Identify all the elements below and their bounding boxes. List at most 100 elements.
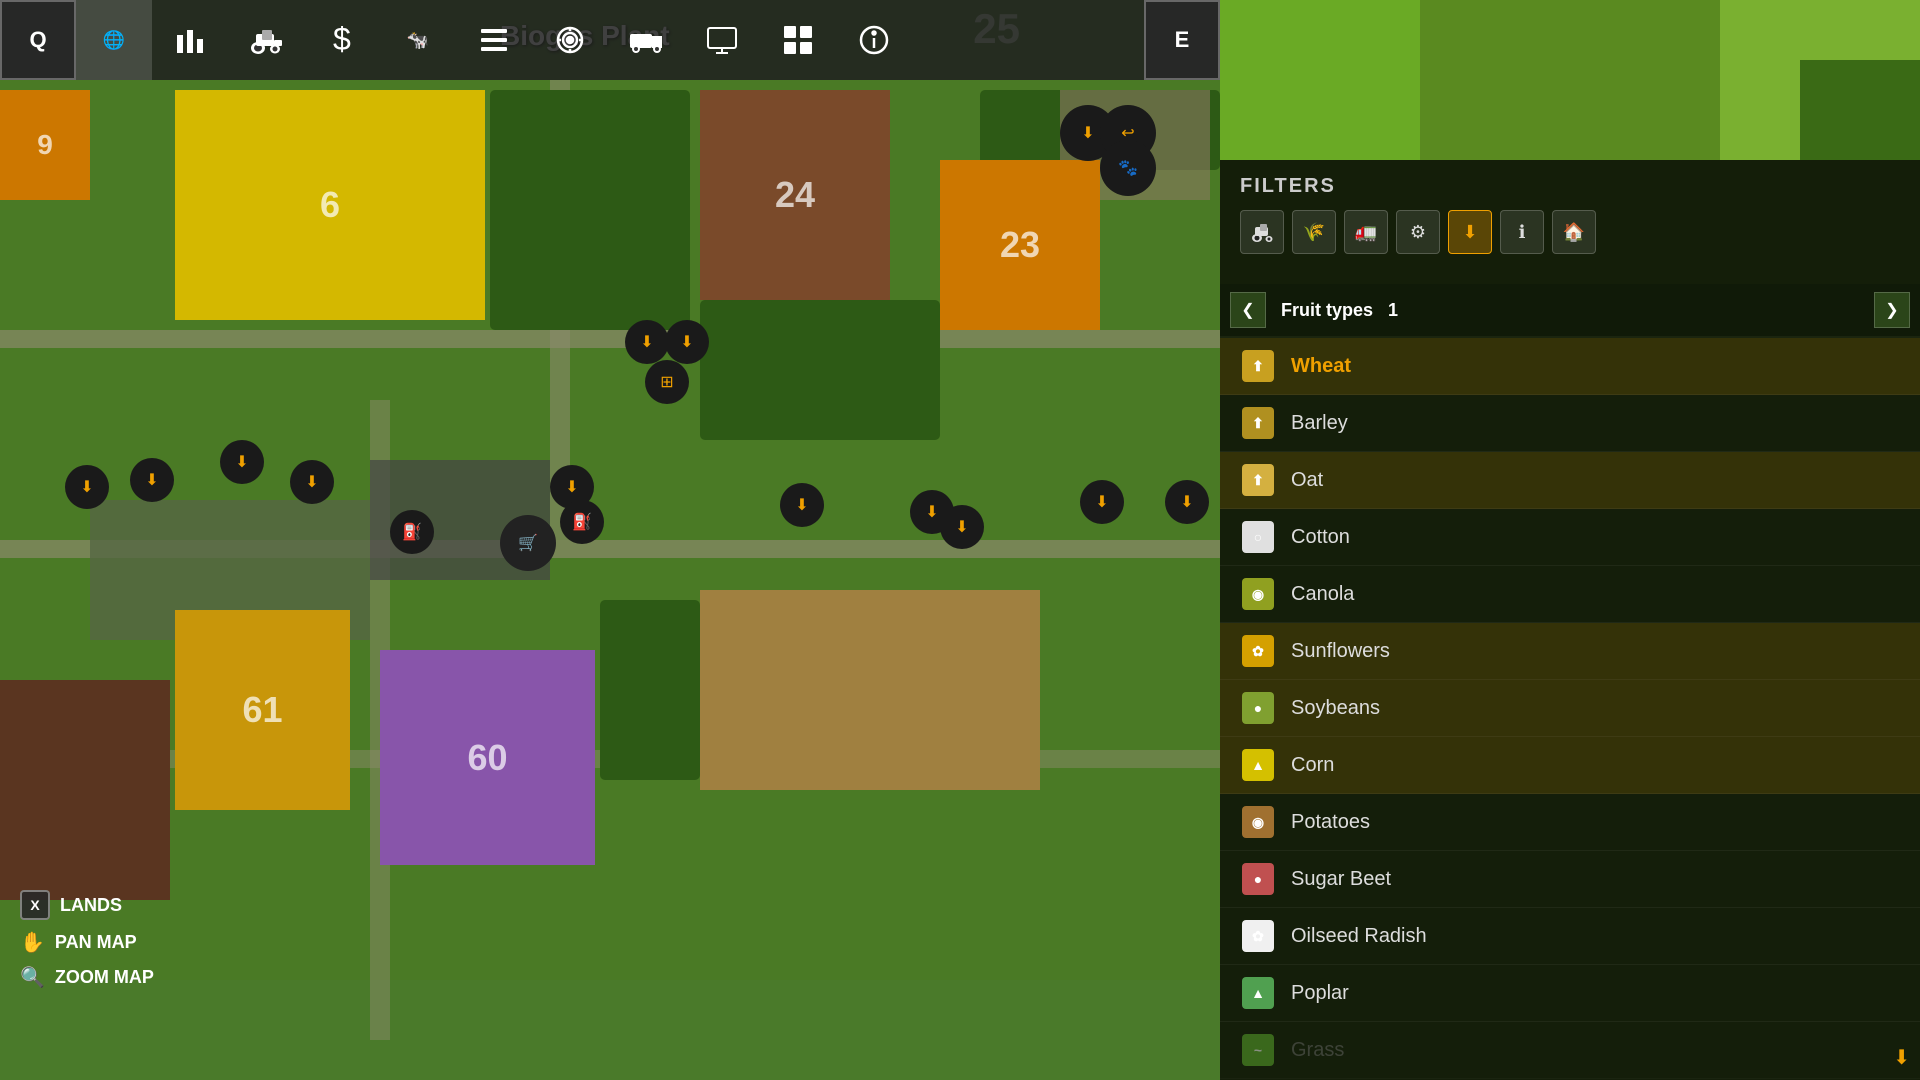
q-button[interactable]: Q [0,0,76,80]
filter-download[interactable]: ⬇ [1448,210,1492,254]
map-area[interactable]: Q 🌐 $ 🐄 [0,0,1220,1080]
field-6-label: 6 [320,184,340,226]
fruit-icon-soybeans: ● [1240,690,1276,726]
fruit-icon-oilseed_radish: ✿ [1240,918,1276,954]
fruit-item-soybeans[interactable]: ● Soybeans [1220,680,1920,737]
fruit-icon-canola: ◉ [1240,576,1276,612]
fruit-name-sunflowers: Sunflowers [1291,640,1390,663]
filter-tractor[interactable] [1240,210,1284,254]
fruit-item-cotton[interactable]: ○ Cotton [1220,509,1920,566]
fruit-icon-sugar_beet: ● [1240,861,1276,897]
e-button[interactable]: E [1144,0,1220,80]
fruit-item-oat[interactable]: ⬆ Oat [1220,452,1920,509]
download-icon-3[interactable]: ⊞ [645,360,689,404]
zoom-map-label: ZOOM MAP [55,967,154,988]
nav-target-button[interactable] [532,0,608,80]
fruit-name-wheat: Wheat [1291,355,1351,378]
filters-title: FILTERS [1240,175,1900,198]
nav-tractor-button[interactable] [228,0,304,80]
download-icon-2[interactable]: ⬇ [665,320,709,364]
right-panel: 22 FILTERS 🌾 🚛 ⚙ [1220,0,1920,1080]
field-60[interactable]: 60 [380,650,595,865]
fruit-name-corn: Corn [1291,754,1334,777]
fruit-icon-poplar: ▲ [1240,975,1276,1011]
nav-grid-button[interactable] [760,0,836,80]
lands-button[interactable]: X LANDS [20,890,154,920]
filter-gear[interactable]: ⚙ [1396,210,1440,254]
nav-cow-button[interactable]: 🐄 [380,0,456,80]
nav-info-button[interactable] [836,0,912,80]
filter-truck[interactable]: 🚛 [1344,210,1388,254]
fruit-name-cotton: Cotton [1291,526,1350,549]
fruit-item-canola[interactable]: ◉Canola [1220,566,1920,623]
field-24[interactable]: 24 [700,90,890,300]
fruit-icon-corn: ▲ [1240,747,1276,783]
field-60-label: 60 [467,737,507,779]
biomass-icon-9[interactable]: ⬇ [1080,480,1124,524]
pan-map-button[interactable]: ✋ PAN MAP [20,930,154,955]
fruit-name-poplar: Poplar [1291,982,1349,1005]
fruit-types-label: Fruit types 1 [1266,300,1874,321]
fruit-types-next[interactable]: ❯ [1874,292,1910,328]
nav-monitor-button[interactable] [684,0,760,80]
field-24-label: 24 [775,174,815,216]
zoom-icon: 🔍 [20,965,45,990]
shop-icon[interactable]: 🛒 [500,515,556,571]
filter-harvester[interactable]: 🌾 [1292,210,1336,254]
nav-dollar-button[interactable]: $ [304,0,380,80]
fruit-name-oat: Oat [1291,469,1323,492]
field-9-label: 9 [37,129,53,161]
biomass-icon-4[interactable]: ⬇ [290,460,334,504]
field-tan[interactable] [700,590,1040,790]
biomass-icon-3[interactable]: ⬇ [65,465,109,509]
bottom-left-controls: X LANDS ✋ PAN MAP 🔍 ZOOM MAP [20,890,154,1000]
pan-map-label: PAN MAP [55,932,137,953]
field-dark-brown[interactable] [0,680,170,900]
fruit-icon-sunflowers: ✿ [1240,633,1276,669]
field-61[interactable]: 61 [175,610,350,810]
biomass-icon-8[interactable]: ⬇ [940,505,984,549]
filter-info[interactable]: ℹ [1500,210,1544,254]
field-9[interactable]: 9 [0,90,90,200]
fruit-item-oilseed_radish[interactable]: ✿ Oilseed Radish [1220,908,1920,965]
fruit-name-soybeans: Soybeans [1291,697,1380,720]
pan-icon: ✋ [20,930,45,955]
biomass-icon-10[interactable]: ⬇ [1165,480,1209,524]
field-6[interactable]: 6 [175,90,485,320]
fruit-icon-wheat: ⬆ [1240,348,1276,384]
nav-list-button[interactable] [456,0,532,80]
nav-globe-button[interactable]: 🌐 [76,0,152,80]
fruit-item-sugar_beet[interactable]: ● Sugar Beet [1220,851,1920,908]
fuel-icon[interactable]: ⛽ [560,500,604,544]
pump-icon[interactable]: ⛽ [390,510,434,554]
fruit-name-sugar_beet: Sugar Beet [1291,868,1391,891]
scroll-indicator: ⬇ [1220,1045,1920,1070]
fruit-item-corn[interactable]: ▲ Corn [1220,737,1920,794]
fruit-icon-potatoes: ◉ [1240,804,1276,840]
fruit-name-barley: Barley [1291,412,1348,435]
biomass-icon-1[interactable]: ⬇ [220,440,264,484]
fruit-list[interactable]: ⬆ Wheat ⬆Barley ⬆ Oat ○ Cotton ◉Canola ✿ Sunflowe… [1220,338,1920,1080]
fruit-types-prev[interactable]: ❮ [1230,292,1266,328]
fruit-item-poplar[interactable]: ▲ Poplar [1220,965,1920,1022]
download-icon-1[interactable]: ⬇ [625,320,669,364]
filter-home[interactable]: 🏠 [1552,210,1596,254]
fruit-item-wheat[interactable]: ⬆ Wheat [1220,338,1920,395]
fruit-name-oilseed_radish: Oilseed Radish [1291,925,1427,948]
fruit-icon-oat: ⬆ [1240,462,1276,498]
fruit-item-barley[interactable]: ⬆Barley [1220,395,1920,452]
cluster-icon-3[interactable]: 🐾 [1100,140,1156,196]
lands-key: X [20,890,50,920]
zoom-map-button[interactable]: 🔍 ZOOM MAP [20,965,154,990]
fruit-item-sunflowers[interactable]: ✿ Sunflowers [1220,623,1920,680]
nav-truck-button[interactable] [608,0,684,80]
filters-section: FILTERS 🌾 🚛 ⚙ ⬇ ℹ 🏠 [1220,160,1920,284]
fruit-icon-cotton: ○ [1240,519,1276,555]
nav-chart-button[interactable] [152,0,228,80]
lands-label: LANDS [60,895,122,916]
biomass-icon-2[interactable]: ⬇ [130,458,174,502]
biomass-icon-6[interactable]: ⬇ [780,483,824,527]
right-panel-top: 22 [1220,0,1920,160]
fruit-item-potatoes[interactable]: ◉Potatoes [1220,794,1920,851]
field-23[interactable]: 23 [940,160,1100,330]
